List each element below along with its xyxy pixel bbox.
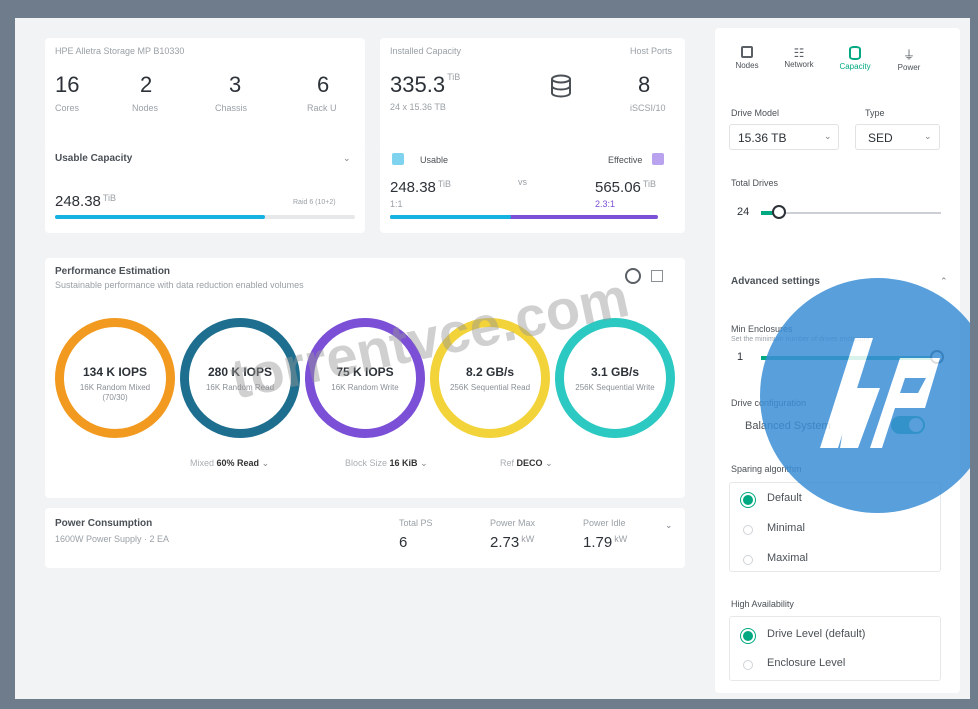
drive-model-label: Drive Model bbox=[731, 108, 780, 118]
sparing-minimal-radio[interactable] bbox=[743, 525, 753, 535]
usable-capacity-label: Usable Capacity bbox=[55, 153, 133, 164]
plug-icon: ⏚ bbox=[902, 48, 915, 62]
usable-label: Usable bbox=[420, 155, 449, 165]
tab-power[interactable]: ⏚ Power bbox=[889, 46, 929, 72]
app-window: HPE Alletra Storage MP B10330 16 Cores 2… bbox=[15, 18, 970, 699]
stat-chassis-label: Chassis bbox=[215, 103, 248, 113]
usable-capacity-card: Usable Capacity ⌄ 248.38 TiB Raid 6 (10+2… bbox=[45, 143, 365, 233]
usable-ratio: 1:1 bbox=[390, 199, 403, 209]
tab-network[interactable]: ☷ Network bbox=[777, 46, 821, 69]
ring-mixed: 134 K IOPS 16K Random Mixed (70/30) bbox=[55, 318, 175, 438]
effective-capacity-card: Usable Effective 248.38 TiB 1:1 vs 565.06… bbox=[380, 143, 685, 233]
database-icon bbox=[849, 46, 861, 60]
stat-cores-value: 16 bbox=[55, 72, 80, 97]
mix-filter[interactable]: Mixed 60% Read ⌄ bbox=[190, 458, 269, 469]
ha-drive-radio[interactable] bbox=[743, 631, 753, 641]
usable-swatch bbox=[392, 153, 404, 165]
chevron-down-icon: ⌄ bbox=[924, 131, 932, 141]
power-idle-value: 1.79 kW bbox=[583, 534, 628, 551]
host-ports-sub: iSCSI/10 bbox=[630, 103, 666, 113]
tab-nodes[interactable]: Nodes bbox=[727, 46, 767, 70]
power-idle-label: Power Idle bbox=[583, 518, 626, 528]
ha-enclosure-label: Enclosure Level bbox=[767, 657, 846, 669]
power-max-value: 2.73 kW bbox=[490, 534, 535, 551]
drive-model-select[interactable]: 15.36 TB ⌄ bbox=[729, 124, 839, 150]
chevron-up-icon[interactable]: ⌃ bbox=[940, 276, 948, 287]
total-drives-track bbox=[761, 212, 941, 214]
sparing-maximal-label: Maximal bbox=[767, 552, 808, 564]
total-ps-value: 6 bbox=[399, 534, 408, 551]
stat-nodes-label: Nodes bbox=[132, 103, 159, 113]
type-select[interactable]: SED ⌄ bbox=[855, 124, 940, 150]
host-ports-label: Host Ports bbox=[630, 46, 673, 56]
vs-label: vs bbox=[518, 177, 527, 187]
system-summary-card: HPE Alletra Storage MP B10330 16 Cores 2… bbox=[45, 38, 365, 148]
high-availability-label: High Availability bbox=[731, 599, 794, 609]
usable-bar bbox=[390, 215, 511, 219]
usable-capacity-value: 248.38 TiB bbox=[55, 193, 117, 210]
effective-label: Effective bbox=[608, 155, 643, 165]
chart-toggle-icon[interactable] bbox=[625, 268, 641, 284]
installed-capacity-sub: 24 x 15.36 TB bbox=[390, 102, 446, 112]
installed-capacity-card: Installed Capacity 335.3 TiB 24 x 15.36 T… bbox=[380, 38, 685, 148]
collapse-chevron-icon[interactable]: ⌄ bbox=[343, 153, 351, 164]
network-icon: ☷ bbox=[793, 46, 805, 60]
min-enclosures-value: 1 bbox=[737, 351, 744, 363]
effective-swatch bbox=[652, 153, 664, 165]
effective-value: 565.06 TiB bbox=[595, 179, 657, 196]
sparing-minimal-label: Minimal bbox=[767, 522, 805, 534]
host-ports-value: 8 bbox=[638, 72, 651, 97]
power-max-label: Power Max bbox=[490, 518, 536, 528]
ha-group bbox=[729, 616, 941, 681]
power-chevron-icon[interactable]: ⌄ bbox=[665, 520, 673, 531]
stat-nodes-value: 2 bbox=[140, 72, 153, 97]
total-ps-label: Total PS bbox=[399, 518, 433, 528]
sparing-default-radio[interactable] bbox=[743, 495, 753, 505]
sparing-maximal-radio[interactable] bbox=[743, 555, 753, 565]
node-icon bbox=[741, 46, 753, 58]
installed-capacity-label: Installed Capacity bbox=[390, 46, 462, 56]
performance-title: Performance Estimation bbox=[55, 266, 171, 277]
installed-capacity-value: 335.3 TiB bbox=[390, 72, 461, 97]
power-card: Power Consumption 1600W Power Supply · 2… bbox=[45, 508, 685, 568]
stat-rack-value: 6 bbox=[317, 72, 330, 97]
stat-cores-label: Cores bbox=[55, 103, 80, 113]
ha-enclosure-radio[interactable] bbox=[743, 660, 753, 670]
performance-subtitle: Sustainable performance with data reduct… bbox=[55, 280, 304, 290]
total-drives-label: Total Drives bbox=[731, 178, 779, 188]
type-label: Type bbox=[865, 108, 885, 118]
sparing-default-label: Default bbox=[767, 492, 802, 504]
ha-drive-label: Drive Level (default) bbox=[767, 628, 866, 640]
power-subtitle: 1600W Power Supply · 2 EA bbox=[55, 534, 170, 544]
advanced-settings-label[interactable]: Advanced settings bbox=[731, 276, 820, 287]
raid-note: Raid 6 (10+2) bbox=[293, 199, 336, 206]
power-title: Power Consumption bbox=[55, 518, 153, 529]
effective-ratio: 2.3:1 bbox=[595, 199, 616, 209]
total-drives-value: 24 bbox=[737, 206, 750, 218]
usable-value: 248.38 TiB bbox=[390, 179, 452, 196]
usable-capacity-fill bbox=[55, 215, 265, 219]
block-size-filter[interactable]: Block Size 16 KiB ⌄ bbox=[345, 458, 428, 469]
stat-rack-label: Rack U bbox=[307, 103, 337, 113]
total-drives-handle[interactable] bbox=[772, 205, 786, 219]
system-name: HPE Alletra Storage MP B10330 bbox=[55, 46, 185, 56]
reference-filter[interactable]: Ref DECO ⌄ bbox=[500, 458, 553, 469]
stat-chassis-value: 3 bbox=[229, 72, 242, 97]
table-toggle-icon[interactable] bbox=[651, 270, 663, 282]
tab-capacity[interactable]: Capacity bbox=[833, 46, 877, 71]
database-icon bbox=[550, 74, 572, 104]
chevron-down-icon: ⌄ bbox=[824, 131, 832, 141]
